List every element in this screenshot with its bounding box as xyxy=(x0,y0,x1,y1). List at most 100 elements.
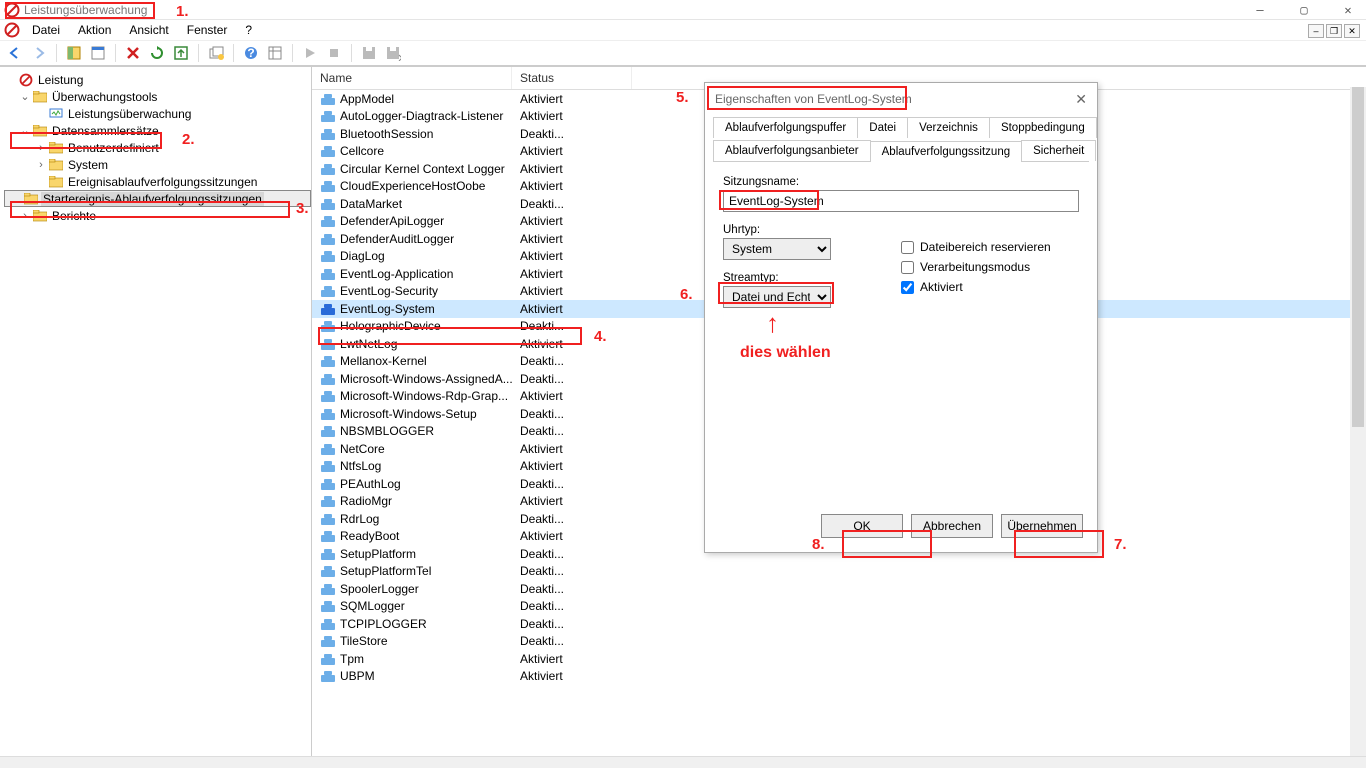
dialog-tab[interactable]: Stoppbedingung xyxy=(989,117,1097,138)
menu-datei[interactable]: Datei xyxy=(26,21,66,39)
data-collector-icon xyxy=(320,582,336,596)
folder-icon xyxy=(48,157,64,173)
folder-icon xyxy=(48,174,64,190)
status-bar xyxy=(0,756,1366,768)
clock-type-select[interactable]: System xyxy=(723,238,831,260)
apply-button[interactable]: Übernehmen xyxy=(1001,514,1083,538)
dialog-tab[interactable]: Sicherheit xyxy=(1021,140,1096,161)
data-collector-icon xyxy=(320,389,336,403)
menu-bar: Datei Aktion Ansicht Fenster ? xyxy=(0,20,1366,40)
delete-icon[interactable] xyxy=(122,42,144,64)
tree-item[interactable]: Ereignisablaufverfolgungssitzungen xyxy=(4,173,311,190)
window-title: Leistungsüberwachung xyxy=(24,3,147,17)
data-collector-icon xyxy=(320,424,336,438)
tree-item[interactable]: ›System xyxy=(4,156,311,173)
session-name-field[interactable] xyxy=(723,190,1079,212)
menu-help[interactable]: ? xyxy=(239,21,258,39)
stream-type-label: Streamtyp: xyxy=(723,272,901,284)
folder-icon xyxy=(48,140,64,156)
data-collector-icon xyxy=(320,214,336,228)
menu-ansicht[interactable]: Ansicht xyxy=(123,21,174,39)
show-hide-icon[interactable] xyxy=(63,42,85,64)
window-minimize-button[interactable]: — xyxy=(1246,3,1274,17)
data-collector-icon xyxy=(320,494,336,508)
dialog-tabs: AblaufverfolgungspufferDateiVerzeichnisS… xyxy=(713,115,1089,162)
data-collector-icon xyxy=(320,354,336,368)
list-item[interactable]: TileStoreDeakti... xyxy=(312,633,1366,651)
menu-fenster[interactable]: Fenster xyxy=(181,21,234,39)
dialog-tab[interactable]: Ablaufverfolgungsanbieter xyxy=(713,140,871,161)
mdi-restore-button[interactable]: ❐ xyxy=(1326,24,1342,38)
data-collector-icon xyxy=(320,477,336,491)
tree-item[interactable]: ⌄Datensammlersätze xyxy=(4,122,311,139)
ok-button[interactable]: OK xyxy=(821,514,903,538)
dialog-tab[interactable]: Verzeichnis xyxy=(907,117,990,138)
window-close-button[interactable]: ✕ xyxy=(1334,3,1362,17)
stream-type-select[interactable]: Datei und Echtze xyxy=(723,286,831,308)
folder-icon xyxy=(23,191,39,207)
window-maximize-button[interactable]: ▢ xyxy=(1290,3,1318,17)
dialog-title: Eigenschaften von EventLog-System xyxy=(715,92,912,106)
data-collector-icon xyxy=(320,459,336,473)
template-icon[interactable] xyxy=(264,42,286,64)
app-icon xyxy=(18,72,34,88)
forward-icon[interactable] xyxy=(28,42,50,64)
save-disk-arrow-icon[interactable] xyxy=(382,42,404,64)
tree-item[interactable]: ⌄Überwachungstools xyxy=(4,88,311,105)
dialog-tab[interactable]: Ablaufverfolgungspuffer xyxy=(713,117,858,138)
help-icon[interactable]: ? xyxy=(240,42,262,64)
menu-aktion[interactable]: Aktion xyxy=(72,21,117,39)
data-collector-icon xyxy=(320,512,336,526)
column-status[interactable]: Status xyxy=(512,67,632,89)
list-item[interactable]: TpmAktiviert xyxy=(312,650,1366,668)
activated-checkbox[interactable]: Aktiviert xyxy=(901,280,1079,294)
data-collector-icon xyxy=(320,162,336,176)
dialog-close-button[interactable]: ✕ xyxy=(1075,91,1087,108)
data-collector-icon xyxy=(320,564,336,578)
data-collector-icon xyxy=(320,92,336,106)
tree-item[interactable]: Leistungsüberwachung xyxy=(4,105,311,122)
toolbar: ? xyxy=(0,40,1366,66)
data-collector-icon xyxy=(320,127,336,141)
list-item[interactable]: SetupPlatformTelDeakti... xyxy=(312,563,1366,581)
annotation-label: 1. xyxy=(176,3,189,20)
dialog-tab[interactable]: Ablaufverfolgungssitzung xyxy=(870,141,1023,162)
list-item[interactable]: SQMLoggerDeakti... xyxy=(312,598,1366,616)
data-collector-icon xyxy=(320,652,336,666)
mdi-minimize-button[interactable]: – xyxy=(1308,24,1324,38)
properties-icon[interactable] xyxy=(87,42,109,64)
data-collector-icon xyxy=(320,179,336,193)
tree-item[interactable]: ›Berichte xyxy=(4,207,311,224)
session-name-label: Sitzungsname: xyxy=(723,176,1079,188)
data-collector-icon xyxy=(320,547,336,561)
cancel-button[interactable]: Abbrechen xyxy=(911,514,993,538)
clock-type-label: Uhrtyp: xyxy=(723,224,901,236)
new-window-icon[interactable] xyxy=(205,42,227,64)
tree-item[interactable]: Startereignis-Ablaufverfolgungssitzungen xyxy=(4,190,311,207)
data-collector-icon xyxy=(320,337,336,351)
list-item[interactable]: TCPIPLOGGERDeakti... xyxy=(312,615,1366,633)
reserve-filearea-checkbox[interactable]: Dateibereich reservieren xyxy=(901,240,1079,254)
list-item[interactable]: UBPMAktiviert xyxy=(312,668,1366,686)
dialog-tab[interactable]: Datei xyxy=(857,117,908,138)
column-name[interactable]: Name xyxy=(312,67,512,89)
folder-icon xyxy=(32,208,48,224)
list-item[interactable]: SpoolerLoggerDeakti... xyxy=(312,580,1366,598)
save-disk-icon[interactable] xyxy=(358,42,380,64)
annotation-label: 6. xyxy=(680,286,693,303)
export-icon[interactable] xyxy=(170,42,192,64)
data-collector-icon xyxy=(320,284,336,298)
data-collector-icon xyxy=(320,634,336,648)
navigation-tree[interactable]: Leistung ⌄ÜberwachungstoolsLeistungsüber… xyxy=(0,67,312,756)
tree-root[interactable]: Leistung xyxy=(4,71,311,88)
tree-item[interactable]: ›Benutzerdefiniert xyxy=(4,139,311,156)
processing-mode-checkbox[interactable]: Verarbeitungsmodus xyxy=(901,260,1079,274)
mdi-close-button[interactable]: ✕ xyxy=(1344,24,1360,38)
scrollbar[interactable] xyxy=(1350,87,1366,756)
play-icon[interactable] xyxy=(299,42,321,64)
stop-icon[interactable] xyxy=(323,42,345,64)
refresh-icon[interactable] xyxy=(146,42,168,64)
back-icon[interactable] xyxy=(4,42,26,64)
annotation-label: 2. xyxy=(182,131,195,148)
data-collector-icon xyxy=(320,109,336,123)
